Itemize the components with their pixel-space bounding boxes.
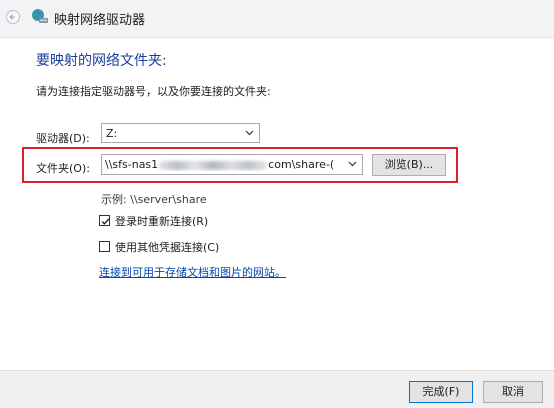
connect-website-link[interactable]: 连接到可用于存储文档和图片的网站。 xyxy=(99,264,286,280)
folder-input[interactable]: \\sfs-nas1 com\share-( xyxy=(101,154,363,175)
reconnect-checkbox[interactable] xyxy=(99,215,110,226)
back-arrow-icon xyxy=(9,14,15,20)
back-button[interactable] xyxy=(6,10,20,24)
folder-value-start: \\sfs-nas1 xyxy=(105,158,159,171)
network-drive-icon xyxy=(32,9,48,23)
checkmark-icon xyxy=(101,218,110,225)
dialog-footer: 完成(F) 取消 xyxy=(0,370,554,408)
cancel-button[interactable]: 取消 xyxy=(483,381,543,403)
chevron-down-icon xyxy=(245,130,254,136)
finish-button[interactable]: 完成(F) xyxy=(409,381,473,403)
drive-select[interactable]: Z: xyxy=(101,123,260,143)
drive-label: 驱动器(D): xyxy=(36,132,90,145)
folder-input-value: \\sfs-nas1 com\share-( xyxy=(105,158,341,171)
other-credentials-checkbox[interactable] xyxy=(99,241,110,252)
folder-label: 文件夹(O): xyxy=(36,162,90,175)
drive-select-value: Z: xyxy=(106,127,118,140)
other-credentials-label[interactable]: 使用其他凭据连接(C) xyxy=(115,239,219,255)
instruction-text: 请为连接指定驱动器号，以及你要连接的文件夹: xyxy=(36,85,271,98)
redacted-text xyxy=(159,160,268,170)
page-heading: 要映射的网络文件夹: xyxy=(36,53,167,69)
window-title: 映射网络驱动器 xyxy=(54,13,146,28)
chevron-down-icon xyxy=(348,161,357,167)
title-bar: 映射网络驱动器 xyxy=(0,0,554,38)
example-text: 示例: \\server\share xyxy=(101,193,207,206)
folder-value-end: com\share-( xyxy=(268,158,335,171)
reconnect-label[interactable]: 登录时重新连接(R) xyxy=(115,213,208,229)
browse-button[interactable]: 浏览(B)... xyxy=(372,154,446,176)
